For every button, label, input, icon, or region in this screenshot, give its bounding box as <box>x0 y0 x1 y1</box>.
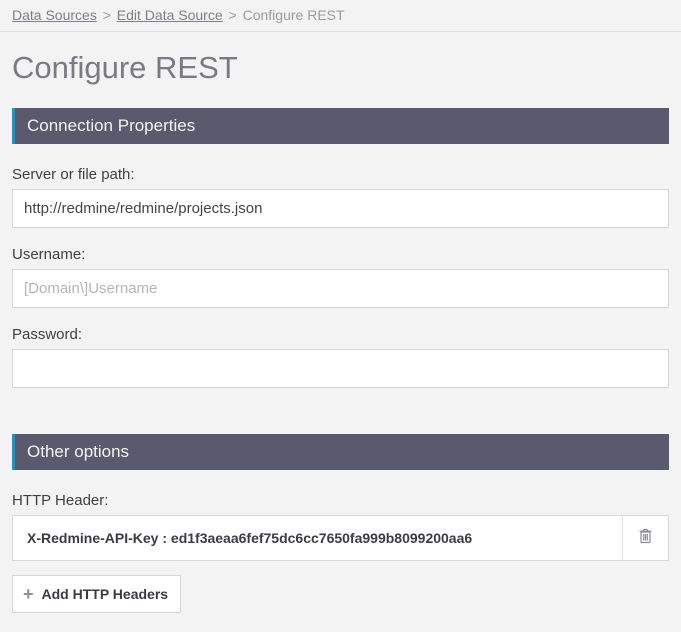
plus-icon: + <box>23 585 34 603</box>
add-http-headers-button[interactable]: + Add HTTP Headers <box>12 575 181 613</box>
section-connection-title: Connection Properties <box>27 116 195 135</box>
http-header-label: HTTP Header: <box>12 492 669 509</box>
crumb-current: Configure REST <box>243 7 345 23</box>
breadcrumb: Data Sources > Edit Data Source > Config… <box>0 0 681 32</box>
http-header-text[interactable]: X-Redmine-API-Key : ed1f3aeaa6fef75dc6cc… <box>13 516 622 560</box>
section-other-header: Other options <box>12 434 669 470</box>
crumb-data-sources[interactable]: Data Sources <box>12 7 97 23</box>
username-input[interactable] <box>12 269 669 308</box>
username-label: Username: <box>12 246 669 263</box>
password-label: Password: <box>12 326 669 343</box>
delete-header-button[interactable] <box>622 516 668 560</box>
add-http-headers-label: Add HTTP Headers <box>42 586 169 602</box>
password-input[interactable] <box>12 349 669 388</box>
http-header-row: X-Redmine-API-Key : ed1f3aeaa6fef75dc6cc… <box>12 515 669 561</box>
trash-icon <box>638 528 653 549</box>
server-path-label: Server or file path: <box>12 166 669 183</box>
crumb-edit-data-source[interactable]: Edit Data Source <box>117 7 223 23</box>
server-path-input[interactable] <box>12 189 669 228</box>
breadcrumb-sep: > <box>227 7 239 23</box>
section-connection-header: Connection Properties <box>12 108 669 144</box>
section-other-title: Other options <box>27 442 129 461</box>
page-title: Configure REST <box>12 50 669 86</box>
breadcrumb-sep: > <box>101 7 113 23</box>
